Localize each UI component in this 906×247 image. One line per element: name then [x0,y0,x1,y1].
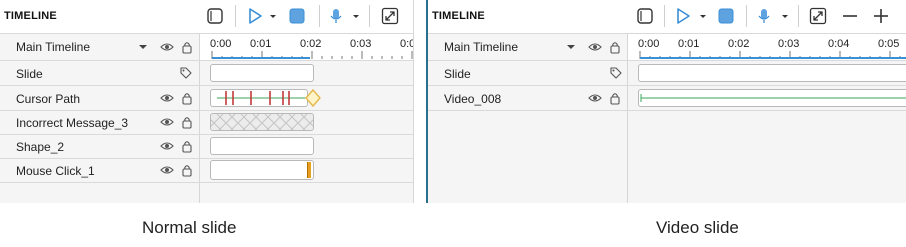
eye-icon[interactable] [588,40,602,54]
ruler-label: 0:05 [878,38,900,50]
layer-row-shape[interactable]: Shape_2 [0,134,413,159]
ruler-label: 0:0 [400,38,414,50]
layer-row-cursor-path[interactable]: Cursor Path [0,86,413,111]
ruler-label: 0:00 [638,38,660,50]
layer-row-slide[interactable]: Slide [0,61,413,86]
eye-icon[interactable] [160,115,174,129]
lock-icon[interactable] [180,115,194,129]
stop-icon[interactable] [716,6,736,26]
shape-bar[interactable] [210,137,314,155]
layer-row-video[interactable]: Video_008 [428,86,906,111]
audio-options-chevron-down-icon[interactable] [351,6,361,26]
timeline-panel-video: TIMELINE Main Timeline 0:00 0:01 0:02 0:… [426,0,906,203]
video-audio-line [640,94,906,102]
lock-icon[interactable] [608,91,622,105]
eye-icon[interactable] [160,40,174,54]
ruler-label: 0:03 [350,38,372,50]
ruler-ticks [639,51,906,59]
ruler-label: 0:02 [728,38,750,50]
layer-name: Mouse Click_1 [16,164,95,178]
fit-view-icon[interactable] [635,6,655,26]
toolbar-separator [746,5,747,27]
ruler-label: 0:01 [250,38,272,50]
lock-icon[interactable] [180,40,194,54]
layer-row-mouse-click[interactable]: Mouse Click_1 [0,158,413,183]
main-timeline-row: Main Timeline 0:00 0:01 0:02 0:03 0:0 [0,34,413,61]
chevron-down-icon[interactable] [137,41,151,55]
timeline-title: TIMELINE [4,10,57,22]
timeline-title: TIMELINE [432,10,485,22]
tag-icon[interactable] [609,66,623,80]
main-timeline-select[interactable]: Main Timeline [444,40,518,54]
keyframe-diamond[interactable] [304,88,322,108]
tag-icon[interactable] [179,66,193,80]
ruler-label: 0:00 [210,38,232,50]
ruler-label: 0:03 [778,38,800,50]
toolbar-separator [235,5,236,27]
play-icon[interactable] [673,6,693,26]
time-ruler[interactable]: 0:00 0:01 0:02 0:03 0:04 0:05 [628,34,906,60]
caption-normal-slide: Normal slide [142,218,237,237]
eye-icon[interactable] [160,91,174,105]
chevron-down-icon[interactable] [565,41,579,55]
main-timeline-select[interactable]: Main Timeline [16,40,90,54]
ruler-ticks [211,51,413,59]
video-bar[interactable] [638,89,906,107]
toolbar-separator [664,5,665,27]
layer-row-incorrect-message[interactable]: Incorrect Message_3 [0,110,413,135]
hatch-pattern [211,114,313,130]
expand-icon[interactable] [380,6,400,26]
zoom-in-icon[interactable] [871,6,891,26]
layer-name: Incorrect Message_3 [16,116,129,130]
timeline-header: TIMELINE [428,0,906,34]
lock-icon[interactable] [608,40,622,54]
lock-icon[interactable] [180,139,194,153]
lock-icon[interactable] [180,91,194,105]
ruler-label: 0:02 [300,38,322,50]
eye-icon[interactable] [160,139,174,153]
timeline-panel-normal: TIMELINE Main Timeline 0:00 0:01 0:02 0:… [0,0,414,203]
play-icon[interactable] [245,6,265,26]
ruler-label: 0:01 [678,38,700,50]
expand-icon[interactable] [808,6,828,26]
layer-name: Slide [16,67,43,81]
eye-icon[interactable] [588,91,602,105]
toolbar-separator [319,5,320,27]
play-options-chevron-down-icon[interactable] [268,6,278,26]
slide-bar[interactable] [210,64,314,82]
time-ruler[interactable]: 0:00 0:01 0:02 0:03 0:0 [200,34,413,60]
click-marker[interactable] [307,162,311,178]
ruler-label: 0:04 [828,38,850,50]
lock-icon[interactable] [180,163,194,177]
toolbar-separator [369,5,370,27]
fit-view-icon[interactable] [205,6,225,26]
layer-row-slide[interactable]: Slide [428,61,906,86]
zoom-out-icon[interactable] [840,6,860,26]
eye-icon[interactable] [160,163,174,177]
stop-icon[interactable] [287,6,307,26]
layer-name: Cursor Path [16,92,81,106]
cursor-path-bar[interactable] [210,89,308,107]
play-options-chevron-down-icon[interactable] [698,6,708,26]
cursor-path-markers [217,91,307,105]
mouse-click-bar[interactable] [210,160,314,180]
layer-name: Shape_2 [16,140,65,154]
timeline-header: TIMELINE [0,0,413,34]
main-timeline-row: Main Timeline 0:00 0:01 0:02 0:03 0:04 0… [428,34,906,61]
incorrect-message-bar[interactable] [210,113,314,131]
audio-options-chevron-down-icon[interactable] [780,6,790,26]
slide-bar[interactable] [638,64,906,82]
toolbar-separator [798,5,799,27]
layer-name: Slide [444,67,471,81]
layer-name: Video_008 [444,92,502,106]
caption-video-slide: Video slide [656,218,739,237]
microphone-icon[interactable] [754,6,774,26]
microphone-icon[interactable] [326,6,346,26]
